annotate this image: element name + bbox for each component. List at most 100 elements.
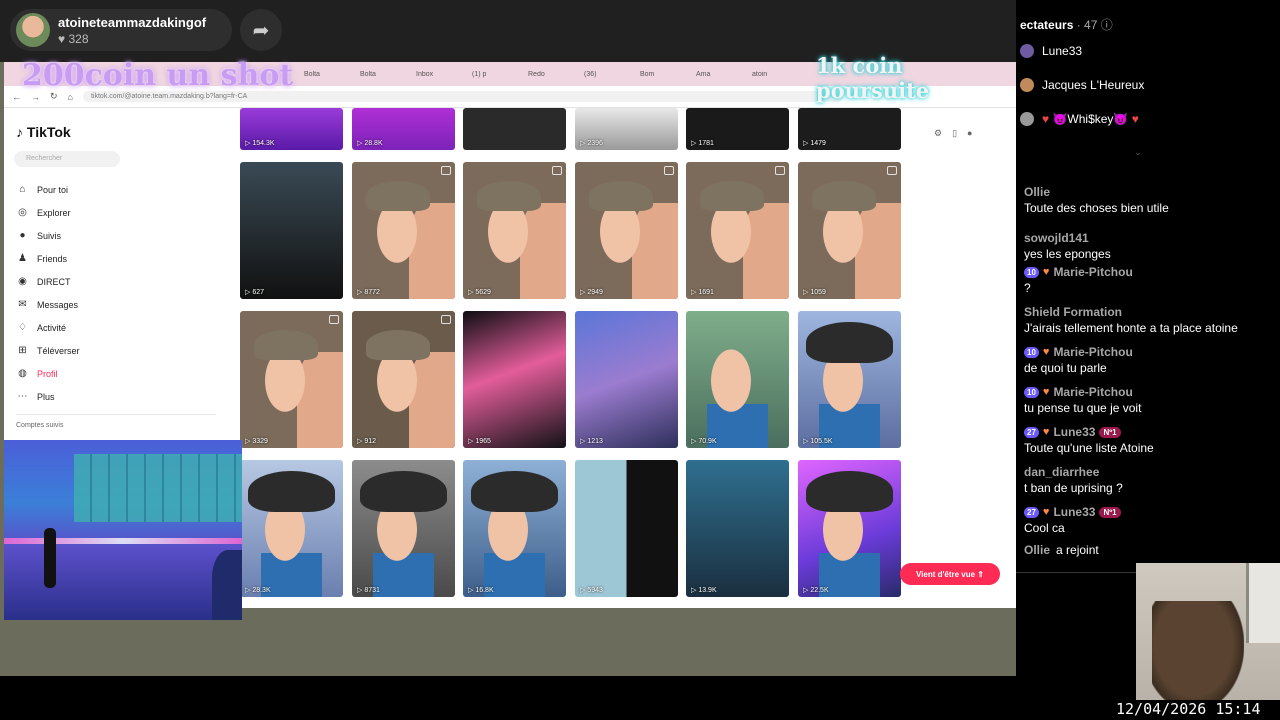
chat-username[interactable]: 10 ♥ Marie-Pitchou	[1024, 384, 1141, 400]
tiktok-nav-item: ✉ Messages	[16, 293, 80, 316]
guest-webcam	[1136, 563, 1280, 700]
video-thumbnail: ▷ 8731	[352, 460, 455, 597]
view-count: ▷ 16.8K	[468, 587, 494, 594]
video-thumbnail: ▷ 105.5K	[798, 311, 901, 448]
video-thumbnail: ▷ 22.5K	[798, 460, 901, 597]
chat-message: 27 ♥ Lune33 Nº1 Toute qu'une liste Atoine	[1024, 424, 1154, 456]
share-arrow-icon: ➦	[252, 19, 270, 42]
repost-icon	[441, 315, 451, 324]
view-count: ▷ 5629	[468, 289, 491, 296]
video-thumbnail: ▷ 154.3K	[240, 108, 343, 150]
home-icon: ⌂	[19, 184, 26, 195]
video-thumbnail: ▷ 1965	[463, 311, 566, 448]
streamer-webcam	[4, 440, 242, 620]
video-thumbnail: ▷ 1781	[686, 108, 789, 150]
tiktok-nav-item: ♢ Activité	[16, 316, 80, 339]
tiktok-nav-label: Profil	[37, 368, 58, 379]
viewer-avatar	[1020, 44, 1034, 58]
view-count: ▷ 1691	[691, 289, 714, 296]
fan-heart-icon: ♥	[1042, 386, 1050, 398]
info-icon: ⓘ	[1100, 18, 1113, 32]
chat-username[interactable]: Shield Formation	[1024, 304, 1238, 320]
chat-message: Ollie Toute des choses bien utile	[1024, 184, 1169, 216]
profile-icon: ◍	[18, 368, 27, 379]
chevron-down-icon[interactable]: ⌄	[1134, 147, 1142, 158]
chat-text: t ban de uprising ?	[1024, 481, 1123, 495]
chat-message: 27 ♥ Lune33 Nº1 Cool ca	[1024, 504, 1121, 536]
messages-icon: ✉	[18, 299, 27, 310]
tiktok-nav-label: Suivis	[37, 230, 62, 241]
streamer-card[interactable]: atoineteammazdakingof ♥ 328	[10, 9, 232, 51]
view-count: ▷ 3329	[245, 438, 268, 445]
tiktok-nav-label: Activité	[37, 322, 67, 333]
fan-heart-icon: ♥	[1042, 506, 1050, 518]
join-notice: Ollie a rejoint	[1024, 543, 1099, 557]
compass-icon: ◎	[18, 207, 27, 218]
repost-icon	[887, 166, 897, 175]
viewer-avatar	[1020, 78, 1034, 92]
video-thumbnail: ▷ 1479	[798, 108, 901, 150]
chat-username[interactable]: sowojld141	[1024, 230, 1111, 246]
repost-icon	[552, 166, 562, 175]
chat-message: 10 ♥ Marie-Pitchou de quoi tu parle	[1024, 344, 1133, 376]
viewer-item[interactable]: ♥ 😈 Whi$key 😈 ♥	[1020, 112, 1139, 126]
view-count: ▷ 70.9K	[691, 438, 717, 445]
view-count: ▷ 1213	[580, 438, 603, 445]
fan-heart-icon: ♥	[1042, 266, 1050, 278]
chat-text: tu pense tu que je voit	[1024, 401, 1142, 415]
view-count: ▷ 1479	[803, 140, 826, 147]
browser-tab: (36)	[584, 70, 597, 78]
tiktok-nav-label: Pour toi	[37, 184, 69, 195]
share-button[interactable]: ➦	[240, 9, 282, 51]
upload-icon: ⊞	[18, 345, 27, 356]
browser-tab: Redo	[528, 70, 545, 78]
activity-icon: ♢	[18, 322, 27, 333]
tiktok-nav-item: ♟ Friends	[16, 247, 80, 270]
streamer-name[interactable]: atoineteammazdakingof	[58, 15, 206, 30]
timestamp: 12/04/2026 15:14	[1116, 700, 1261, 718]
level-badge: 10	[1024, 266, 1039, 278]
tiktok-nav-label: Explorer	[37, 207, 71, 218]
profile-action-icons: ⚙▯●	[934, 128, 983, 138]
chat-text: J'airais tellement honte a ta place atoi…	[1024, 321, 1238, 335]
chat-username[interactable]: Ollie	[1024, 184, 1169, 200]
view-count: ▷ 1965	[468, 438, 491, 445]
tiktok-nav-label: DIRECT	[37, 276, 71, 287]
video-thumbnail: ▷ 627	[240, 162, 343, 299]
live-icon: ◉	[18, 276, 27, 287]
streamer-avatar[interactable]	[16, 13, 50, 47]
view-count: ▷ 8772	[357, 289, 380, 296]
view-count: ▷ 912	[357, 438, 377, 445]
overlay-200-coin: 200coin un shot	[22, 58, 294, 93]
home-icon: ⌂	[67, 91, 73, 102]
video-thumbnail: ▷ 912	[352, 311, 455, 448]
chat-username[interactable]: 10 ♥ Marie-Pitchou	[1024, 264, 1133, 280]
browser-tab: Bolta	[304, 70, 320, 78]
chat-username[interactable]: 27 ♥ Lune33 Nº1	[1024, 504, 1121, 520]
level-badge: 10	[1024, 386, 1039, 398]
view-count: ▷ 28.8K	[357, 140, 383, 147]
level-badge: 10	[1024, 346, 1039, 358]
tiktok-nav-item: ⌂ Pour toi	[16, 178, 80, 201]
tiktok-nav-item: ◉ DIRECT	[16, 270, 80, 293]
tiktok-nav-item: ◎ Explorer	[16, 201, 80, 224]
rank-badge: Nº1	[1099, 506, 1121, 518]
chat-text: de quoi tu parle	[1024, 361, 1107, 375]
viewer-item[interactable]: Lune33	[1020, 44, 1082, 58]
tiktok-logo: ♪ TikTok	[16, 124, 71, 140]
viewer-avatar	[1020, 112, 1034, 126]
following-icon: ●	[19, 230, 26, 241]
vient-detre-vue-button: Vient d'être vue ⇑	[900, 563, 1000, 585]
view-count: ▷ 13.9K	[691, 587, 717, 594]
video-thumbnail: ▷ 3329	[240, 311, 343, 448]
chat-username[interactable]: 27 ♥ Lune33 Nº1	[1024, 424, 1154, 440]
viewers-header: ectateurs · 47 ⓘ	[1020, 18, 1113, 32]
chat-username[interactable]: dan_diarrhee	[1024, 464, 1123, 480]
viewer-item[interactable]: Jacques L'Heureux	[1020, 78, 1144, 92]
more-icon: ⋯	[17, 391, 28, 402]
browser-tab: Inbox	[416, 70, 434, 78]
chat-username[interactable]: 10 ♥ Marie-Pitchou	[1024, 344, 1133, 360]
tiktok-nav-item: ● Suivis	[16, 224, 80, 247]
tiktok-search-input: Rechercher	[14, 151, 120, 167]
microphone	[44, 528, 56, 588]
